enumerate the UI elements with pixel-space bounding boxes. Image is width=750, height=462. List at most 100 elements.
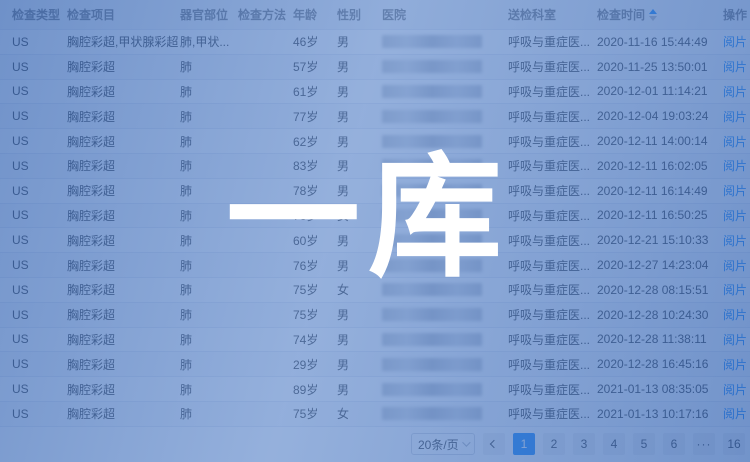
cell-time: 2020-12-27 14:23:04	[597, 258, 723, 272]
view-film-link[interactable]: 阅片	[723, 85, 747, 99]
cell-gender: 男	[337, 257, 382, 274]
view-film-link[interactable]: 阅片	[723, 135, 747, 149]
view-film-link[interactable]: 阅片	[723, 110, 747, 124]
cell-organ: 肺	[180, 405, 238, 422]
cell-department: 呼吸与重症医...	[508, 207, 597, 224]
column-header-gender: 性别	[337, 6, 382, 23]
cell-organ: 肺	[180, 108, 238, 125]
cell-age: 89岁	[293, 381, 337, 398]
cell-department: 呼吸与重症医...	[508, 232, 597, 249]
cell-action: 阅片	[723, 133, 750, 150]
cell-item: 胸腔彩超	[67, 381, 180, 398]
page-button-3[interactable]: 3	[573, 433, 595, 455]
page-button-4[interactable]: 4	[603, 433, 625, 455]
column-header-type: 检查类型	[12, 6, 67, 23]
hospital-redacted-block	[382, 60, 482, 73]
view-film-link[interactable]: 阅片	[723, 308, 747, 322]
cell-item: 胸腔彩超	[67, 207, 180, 224]
cell-hospital	[382, 358, 508, 371]
table-header: 检查类型检查项目器官部位检查方法年龄性别医院送检科室检查时间操作	[0, 0, 750, 30]
view-film-link[interactable]: 阅片	[723, 283, 747, 297]
cell-department: 呼吸与重症医...	[508, 33, 597, 50]
cell-time: 2020-12-28 10:24:30	[597, 308, 723, 322]
hospital-redacted-block	[382, 333, 482, 346]
sort-carets-icon[interactable]	[649, 9, 657, 21]
view-film-link[interactable]: 阅片	[723, 234, 747, 248]
cell-gender: 男	[337, 108, 382, 125]
sort-ascending-icon	[649, 9, 657, 14]
hospital-redacted-block	[382, 209, 482, 222]
cell-gender: 女	[337, 405, 382, 422]
view-film-link[interactable]: 阅片	[723, 333, 747, 347]
cell-age: 61岁	[293, 83, 337, 100]
cell-hospital	[382, 234, 508, 247]
cell-organ: 肺	[180, 331, 238, 348]
cell-age: 76岁	[293, 207, 337, 224]
page-size-select[interactable]: 20条/页	[411, 433, 475, 455]
cell-age: 83岁	[293, 157, 337, 174]
cell-organ: 肺	[180, 182, 238, 199]
cell-age: 75岁	[293, 405, 337, 422]
view-film-link[interactable]: 阅片	[723, 159, 747, 173]
column-header-label: 医院	[382, 6, 406, 23]
column-header-label: 年龄	[293, 6, 317, 23]
table-row: US胸腔彩超肺76岁女呼吸与重症医...2020-12-11 16:50:25阅…	[0, 204, 750, 229]
cell-department: 呼吸与重症医...	[508, 356, 597, 373]
cell-action: 阅片	[723, 281, 750, 298]
cell-time: 2020-12-28 08:15:51	[597, 283, 723, 297]
page-button-2[interactable]: 2	[543, 433, 565, 455]
page-size-value: 20条/页	[418, 436, 459, 453]
view-film-link[interactable]: 阅片	[723, 383, 747, 397]
cell-time: 2020-12-28 16:45:16	[597, 357, 723, 371]
cell-age: 60岁	[293, 232, 337, 249]
view-film-link[interactable]: 阅片	[723, 209, 747, 223]
prev-page-button[interactable]	[483, 433, 505, 455]
cell-item: 胸腔彩超	[67, 257, 180, 274]
hospital-redacted-block	[382, 85, 482, 98]
view-film-link[interactable]: 阅片	[723, 184, 747, 198]
view-film-link[interactable]: 阅片	[723, 259, 747, 273]
cell-type: US	[12, 60, 67, 74]
cell-time: 2020-12-11 16:02:05	[597, 159, 723, 173]
page-button-16[interactable]: 16	[723, 433, 745, 455]
cell-department: 呼吸与重症医...	[508, 381, 597, 398]
cell-item: 胸腔彩超	[67, 405, 180, 422]
cell-hospital	[382, 85, 508, 98]
cell-organ: 肺	[180, 257, 238, 274]
view-film-link[interactable]: 阅片	[723, 407, 747, 421]
column-header-label: 操作	[723, 6, 747, 23]
view-film-link[interactable]: 阅片	[723, 60, 747, 74]
page-button-5[interactable]: 5	[633, 433, 655, 455]
cell-time: 2021-01-13 08:35:05	[597, 382, 723, 396]
cell-hospital	[382, 60, 508, 73]
more-pages-button[interactable]: ···	[693, 433, 715, 455]
cell-gender: 男	[337, 232, 382, 249]
cell-gender: 男	[337, 331, 382, 348]
cell-hospital	[382, 209, 508, 222]
page-button-1[interactable]: 1	[513, 433, 535, 455]
cell-organ: 肺	[180, 232, 238, 249]
view-film-link[interactable]: 阅片	[723, 358, 747, 372]
cell-type: US	[12, 134, 67, 148]
hospital-redacted-block	[382, 259, 482, 272]
hospital-redacted-block	[382, 407, 482, 420]
cell-department: 呼吸与重症医...	[508, 133, 597, 150]
cell-hospital	[382, 407, 508, 420]
cell-time: 2020-12-01 11:14:21	[597, 84, 723, 98]
cell-item: 胸腔彩超	[67, 108, 180, 125]
cell-action: 阅片	[723, 58, 750, 75]
table-body: US胸腔彩超,甲状腺彩超肺,甲状...46岁男呼吸与重症医...2020-11-…	[0, 30, 750, 427]
table-row: US胸腔彩超,甲状腺彩超肺,甲状...46岁男呼吸与重症医...2020-11-…	[0, 30, 750, 55]
cell-time: 2021-01-13 10:17:16	[597, 407, 723, 421]
table-row: US胸腔彩超肺75岁女呼吸与重症医...2020-12-28 08:15:51阅…	[0, 278, 750, 303]
cell-action: 阅片	[723, 356, 750, 373]
page-button-6[interactable]: 6	[663, 433, 685, 455]
cell-time: 2020-12-11 16:50:25	[597, 208, 723, 222]
cell-organ: 肺,甲状...	[180, 33, 238, 50]
chevron-left-icon	[490, 440, 498, 448]
hospital-redacted-block	[382, 308, 482, 321]
cell-age: 77岁	[293, 108, 337, 125]
view-film-link[interactable]: 阅片	[723, 35, 747, 49]
column-header-time[interactable]: 检查时间	[597, 6, 723, 23]
table-row: US胸腔彩超肺76岁男呼吸与重症医...2020-12-27 14:23:04阅…	[0, 253, 750, 278]
